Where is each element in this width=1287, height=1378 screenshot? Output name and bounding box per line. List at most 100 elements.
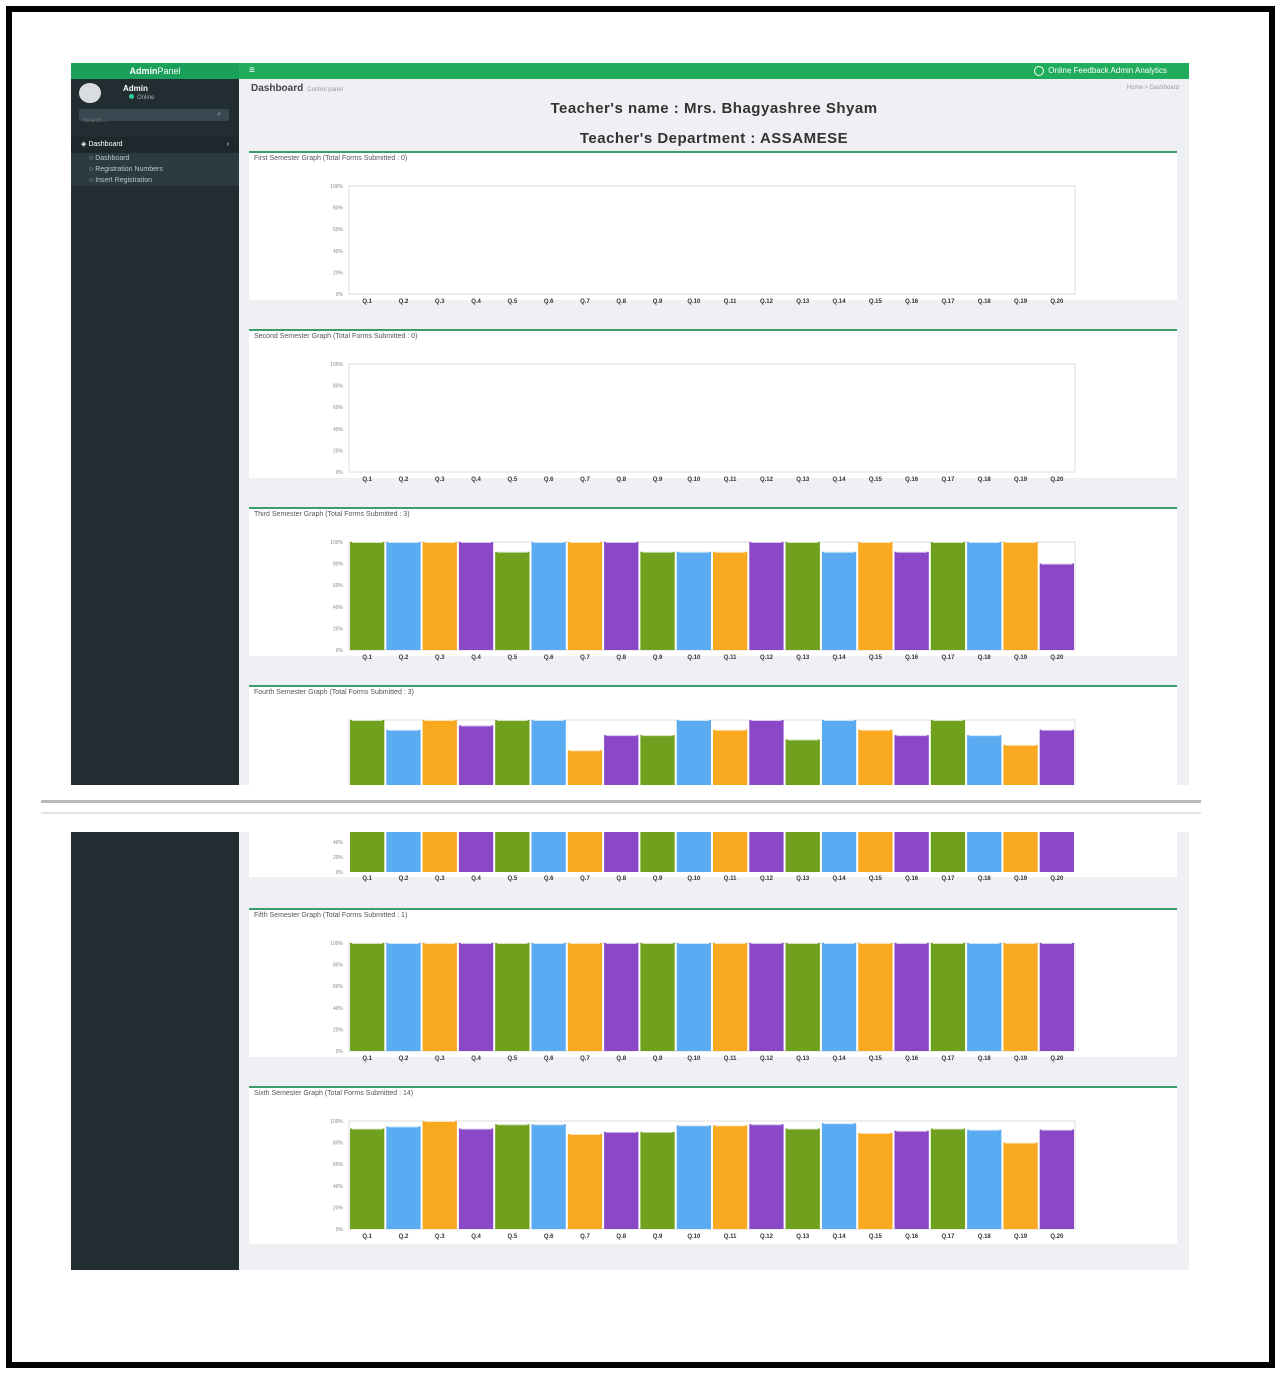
y-tick-label: 20% — [333, 626, 344, 632]
bar-chart-sem2: 0% 20% 40% 60% 80% 100% Q.1 Q.2 Q.3 Q.4 Q.5 Q.6 Q.7 Q… — [330, 362, 1076, 483]
x-tick-label: Q.16 — [905, 1234, 919, 1240]
bar — [640, 943, 675, 1051]
x-tick-label: Q.3 — [435, 477, 445, 483]
globe-icon — [1034, 65, 1045, 76]
bar — [531, 832, 566, 872]
x-tick-label: Q.11 — [724, 477, 737, 483]
y-tick-label: 80% — [333, 562, 344, 568]
bar — [458, 943, 494, 1051]
bar-chart-sem1: 0% 20% 40% 60% 80% 100% Q.1 Q.2 Q.3 Q.4 Q.5 Q.6 Q.7 Q… — [330, 184, 1076, 305]
bar — [1003, 832, 1038, 872]
x-tick-label: Q.20 — [1050, 1234, 1064, 1240]
x-tick-label: Q.2 — [399, 655, 409, 661]
x-tick-label: Q.1 — [362, 876, 372, 882]
x-tick-label: Q.12 — [760, 876, 774, 882]
bar-value-label — [751, 942, 782, 944]
bar — [422, 542, 457, 650]
bar — [967, 832, 1002, 872]
bar — [785, 943, 820, 1051]
bar — [713, 832, 748, 872]
top-nav-link[interactable]: Online Feedback Admin Analytics — [1034, 65, 1167, 77]
teacher-department: Teacher's Department : ASSAMESE — [579, 130, 849, 147]
x-tick-label: Q.20 — [1050, 1056, 1064, 1062]
bar — [1039, 943, 1074, 1051]
bar-value-label — [497, 1123, 528, 1126]
bar — [930, 943, 966, 1051]
y-tick-label: 60% — [333, 227, 344, 233]
bar-value-label — [1041, 1128, 1072, 1131]
x-tick-label: Q.17 — [941, 1056, 955, 1062]
bar-value-label — [1041, 942, 1072, 944]
x-tick-label: Q.17 — [941, 299, 955, 305]
bar-value-label — [969, 942, 1000, 944]
bar-value-label — [751, 719, 782, 721]
bar-value-label — [823, 550, 855, 553]
bar-value-label — [787, 942, 818, 944]
sidebar-item-registration-numbers[interactable]: ○ Registration Numbers — [71, 164, 239, 175]
avatar — [79, 83, 101, 103]
bar — [713, 551, 748, 650]
bar-value-label — [533, 541, 564, 543]
bar-value-label — [823, 942, 855, 944]
bar-value-label — [424, 541, 455, 543]
bar-value-label — [860, 942, 891, 944]
app-logo[interactable]: AdminPanel — [71, 63, 239, 79]
x-tick-label: Q.15 — [869, 477, 883, 483]
sidebar-search: ⌕ — [79, 109, 229, 126]
x-tick-label: Q.6 — [544, 299, 554, 305]
sidebar — [71, 832, 239, 1270]
y-tick-label: 0% — [336, 1049, 344, 1055]
x-tick-label: Q.1 — [362, 477, 372, 483]
bar — [785, 1128, 820, 1229]
sidebar-item-insert-registration[interactable]: ○ Insert Registration — [71, 175, 239, 186]
bar — [458, 725, 494, 785]
bar — [894, 735, 929, 785]
x-tick-label: Q.15 — [869, 299, 883, 305]
bar — [821, 551, 857, 650]
menu-toggle-icon[interactable]: ≡ — [249, 65, 255, 77]
chart-box-sem1: First Semester Graph (Total Forms Submit… — [249, 151, 1177, 328]
y-tick-label: 80% — [333, 1141, 344, 1147]
search-input[interactable] — [79, 116, 207, 126]
bar — [640, 735, 675, 785]
bar-chart-sem4-continued: 0% 20% 40% Q.1 Q.2 Q.3 Q.4 Q.5 Q.6 Q.7 Q.8 Q.9 Q.10 Q… — [333, 832, 1074, 882]
x-tick-label: Q.12 — [760, 1234, 774, 1240]
y-tick-label: 0% — [336, 470, 344, 476]
bar-value-label — [569, 1132, 601, 1135]
top-navbar: ≡ Online Feedback Admin Analytics — [239, 63, 1189, 79]
x-tick-label: Q.19 — [1014, 299, 1028, 305]
bar — [567, 750, 603, 785]
x-tick-label: Q.19 — [1014, 655, 1028, 661]
x-tick-label: Q.15 — [869, 655, 883, 661]
bar — [531, 542, 566, 650]
bar — [930, 542, 966, 650]
bar — [676, 832, 711, 872]
x-tick-label: Q.20 — [1050, 876, 1064, 882]
sidebar-item-dashboard[interactable]: ○ Dashboard — [71, 153, 239, 164]
breadcrumb[interactable]: Home > Dashboard — [1127, 85, 1179, 91]
bar-chart-sem6: 0% 20% 40% 60% 80% 100% Q.1 Q.2 Q.3 Q.4 Q.5 Q.6 Q.7 Q… — [330, 1119, 1076, 1240]
x-tick-label: Q.6 — [544, 1234, 554, 1240]
search-icon[interactable]: ⌕ — [217, 111, 221, 119]
bar — [930, 832, 966, 872]
x-tick-label: Q.19 — [1014, 876, 1028, 882]
bar — [894, 1130, 929, 1229]
bar-value-label — [424, 942, 455, 944]
x-tick-label: Q.10 — [687, 299, 701, 305]
bar — [640, 1131, 675, 1229]
bar — [749, 720, 784, 785]
x-tick-label: Q.18 — [978, 876, 992, 882]
screenshot-bottom: 0% 20% 40% Q.1 Q.2 Q.3 Q.4 Q.5 Q.6 Q.7 Q.8 Q.9 Q.10 Q… — [71, 832, 1189, 1270]
y-tick-label: 20% — [333, 1027, 344, 1033]
sidebar-item-dashboard-group[interactable]: ◈ Dashboard ‹ — [71, 137, 239, 153]
bar — [894, 943, 929, 1051]
bar — [422, 1121, 457, 1229]
bar-value-label — [642, 550, 673, 553]
bar — [604, 735, 639, 785]
y-tick-label: 100% — [330, 1119, 343, 1125]
bar — [749, 1124, 784, 1229]
x-tick-label: Q.20 — [1050, 299, 1064, 305]
y-tick-label: 40% — [333, 1006, 344, 1012]
y-tick-label: 100% — [330, 941, 343, 947]
bar-value-label — [1005, 743, 1036, 746]
